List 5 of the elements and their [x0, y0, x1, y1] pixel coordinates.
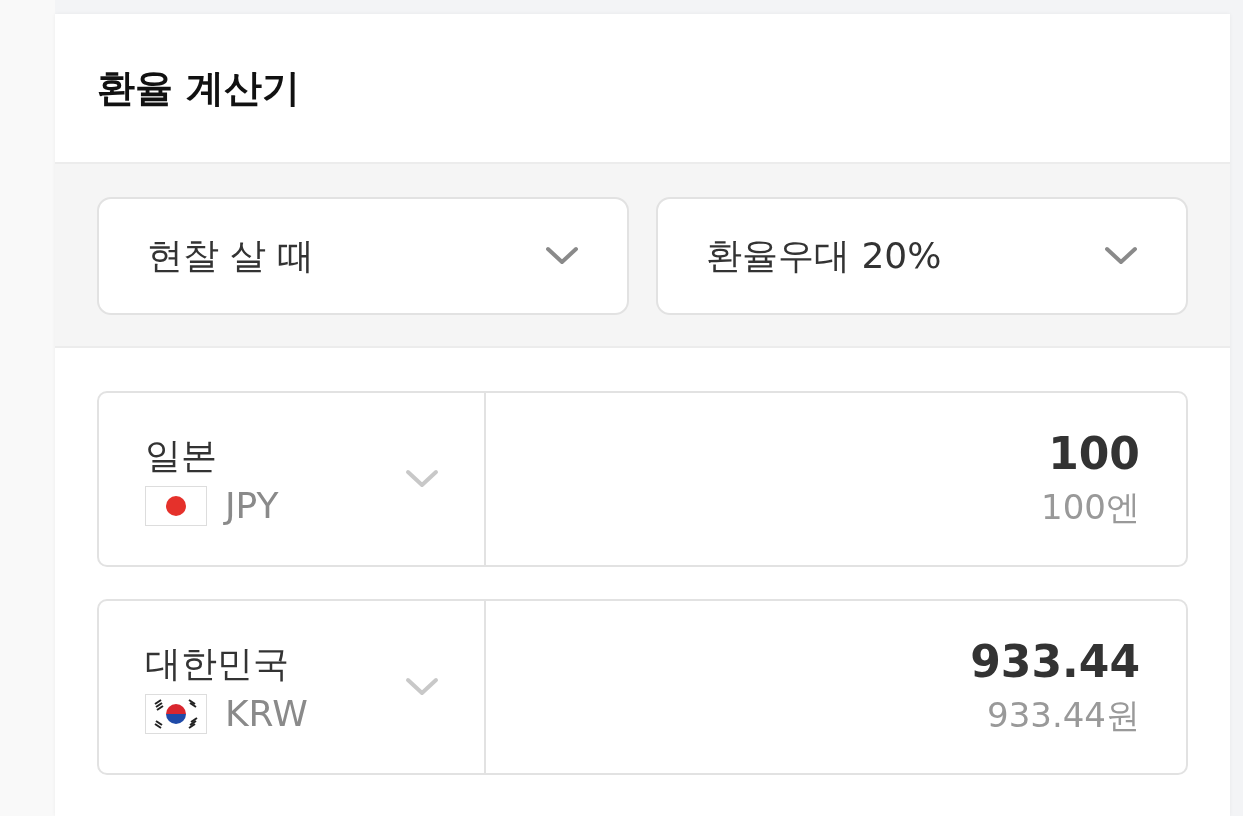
option-dropdown[interactable]: 현찰 살 때: [97, 197, 629, 315]
option-dropdown[interactable]: 환율우대 20%: [656, 197, 1188, 315]
chevron-down-icon: [1104, 246, 1138, 266]
chevron-down-icon: [545, 246, 579, 266]
calculator-title: 환율 계산기: [97, 64, 301, 112]
